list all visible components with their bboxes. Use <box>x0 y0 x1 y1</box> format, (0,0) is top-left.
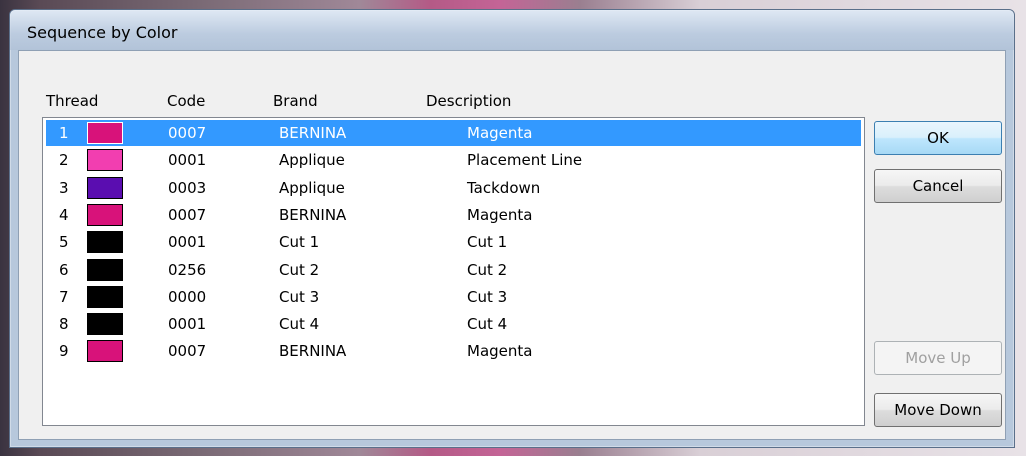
color-swatch <box>87 176 123 199</box>
color-swatch <box>87 285 123 308</box>
thread-code: 0001 <box>168 233 207 252</box>
color-swatch <box>87 203 123 226</box>
thread-brand: BERNINA <box>279 342 347 361</box>
thread-code: 0001 <box>168 151 207 170</box>
title-bar[interactable]: Sequence by Color <box>10 10 1014 50</box>
table-row[interactable]: 5 0001 Cut 1 Cut 1 <box>46 229 861 255</box>
thread-number: 3 <box>59 178 69 197</box>
table-row[interactable]: 3 0003 Applique Tackdown <box>46 175 861 201</box>
thread-brand: Cut 1 <box>279 233 320 252</box>
table-row[interactable]: 8 0001 Cut 4 Cut 4 <box>46 311 861 337</box>
thread-code: 0000 <box>168 287 207 306</box>
thread-description: Cut 3 <box>467 287 508 306</box>
thread-number: 9 <box>59 342 69 361</box>
thread-description: Cut 1 <box>467 233 508 252</box>
ok-button[interactable]: OK <box>874 121 1002 155</box>
move-up-button[interactable]: Move Up <box>874 341 1002 375</box>
thread-code: 0256 <box>168 260 207 279</box>
thread-number: 5 <box>59 233 69 252</box>
color-swatch <box>87 258 123 281</box>
thread-description: Magenta <box>467 342 533 361</box>
column-header-description: Description <box>426 92 512 110</box>
table-row[interactable]: 7 0000 Cut 3 Cut 3 <box>46 284 861 310</box>
thread-code: 0003 <box>168 178 207 197</box>
move-down-button[interactable]: Move Down <box>874 393 1002 427</box>
thread-brand: Cut 3 <box>279 287 320 306</box>
table-row[interactable]: 1 0007 BERNINA Magenta <box>46 120 861 146</box>
color-swatch <box>87 340 123 363</box>
thread-brand: Cut 2 <box>279 260 320 279</box>
cancel-button[interactable]: Cancel <box>874 169 1002 203</box>
thread-code: 0001 <box>168 315 207 334</box>
table-row[interactable]: 9 0007 BERNINA Magenta <box>46 338 861 364</box>
thread-sequence-list[interactable]: 1 0007 BERNINA Magenta 2 0001 Applique Placemen… <box>42 117 865 426</box>
thread-description: Cut 2 <box>467 260 508 279</box>
thread-number: 1 <box>59 124 69 142</box>
sequence-by-color-dialog: Sequence by Color Thread Code Brand Desc… <box>9 9 1015 448</box>
table-row[interactable]: 4 0007 BERNINA Magenta <box>46 202 861 228</box>
color-swatch <box>87 231 123 254</box>
color-swatch <box>87 149 123 172</box>
color-swatch <box>87 313 123 336</box>
thread-brand: Applique <box>279 151 345 170</box>
table-row[interactable]: 6 0256 Cut 2 Cut 2 <box>46 257 861 283</box>
thread-code: 0007 <box>168 124 207 142</box>
thread-code: 0007 <box>168 342 207 361</box>
thread-description: Magenta <box>467 124 533 142</box>
column-header-code: Code <box>167 92 206 110</box>
thread-number: 2 <box>59 151 69 170</box>
thread-number: 6 <box>59 260 69 279</box>
thread-brand: BERNINA <box>279 205 347 224</box>
thread-number: 8 <box>59 315 69 334</box>
thread-brand: Applique <box>279 178 345 197</box>
thread-description: Magenta <box>467 205 533 224</box>
window-title: Sequence by Color <box>27 23 178 42</box>
thread-number: 4 <box>59 205 69 224</box>
thread-brand: Cut 4 <box>279 315 320 334</box>
thread-description: Tackdown <box>467 178 541 197</box>
thread-description: Cut 4 <box>467 315 508 334</box>
thread-brand: BERNINA <box>279 124 347 142</box>
column-header-thread: Thread <box>46 92 99 110</box>
thread-description: Placement Line <box>467 151 583 170</box>
table-row[interactable]: 2 0001 Applique Placement Line <box>46 147 861 173</box>
color-swatch <box>87 122 123 144</box>
thread-code: 0007 <box>168 205 207 224</box>
column-header-brand: Brand <box>273 92 318 110</box>
thread-number: 7 <box>59 287 69 306</box>
